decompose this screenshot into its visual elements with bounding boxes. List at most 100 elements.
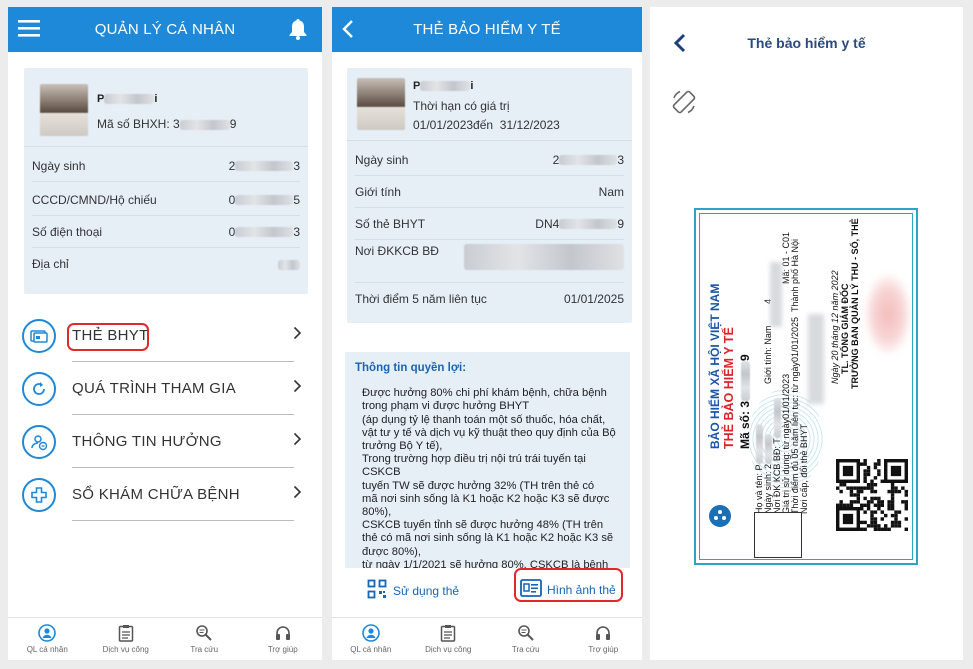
benefit-line: trong phạm vi được hưởng BHYT <box>362 400 530 413</box>
card-title: THẺ BẢO HIỂM Y TẾ <box>722 327 736 449</box>
menu-item-benefits[interactable]: THÔNG TIN HƯỞNG <box>22 415 308 468</box>
headset-icon <box>273 624 293 642</box>
tab-label: Trợ giúp <box>588 645 619 654</box>
benefit-line: thẻ có mã nơi sinh sống là K1 hoặc K2 ho… <box>362 532 614 545</box>
profile-name: Pi <box>413 80 474 92</box>
user-info-icon <box>22 424 56 459</box>
hamburger-menu-icon[interactable] <box>18 18 40 42</box>
highlight-card-image <box>514 568 623 602</box>
tab-help[interactable]: Trợ giúp <box>565 618 643 660</box>
header-bar: QUẢN LÝ CÁ NHÂN <box>8 7 322 52</box>
tab-label: Tra cứu <box>511 645 540 654</box>
bhxh-number: Mã số BHXH: 39 <box>97 117 237 131</box>
field-value: DN4 9 <box>535 216 624 231</box>
benefit-line: vật tư y tế và dịch vụ kỹ thuật theo quy… <box>362 426 616 439</box>
chevron-right-icon <box>293 379 302 398</box>
benefit-line: từ ngày 1/1/2021 sẽ hưởng 80%. CSKCB là … <box>362 558 609 568</box>
rotate-screen-icon[interactable] <box>670 88 698 121</box>
field-row: Ngày sinh 2 3 <box>355 144 624 176</box>
field-label: Số thẻ BHYT <box>355 216 426 231</box>
field-label: Nơi ĐKKCB BĐ <box>355 244 439 258</box>
menu-item-label: THÔNG TIN HƯỞNG <box>72 433 222 450</box>
header-bar: THẺ BẢO HIỂM Y TẾ <box>332 7 642 52</box>
tab-label: Tra cứu <box>190 645 219 654</box>
benefit-line: Trong trường hợp điều trị nội trú trái t… <box>362 453 586 479</box>
field-value: 03 <box>228 224 300 239</box>
use-card-label: Sử dụng thẻ <box>393 583 460 598</box>
benefit-line: trưởng Bộ Y tế), <box>362 440 443 453</box>
search-doc-icon <box>516 624 536 642</box>
benefit-info-panel: Thông tin quyền lợi: Được hưởng 80% chi … <box>345 352 630 568</box>
card-sign1: TL. TỔNG GIÁM ĐỐC <box>840 283 850 375</box>
menu-item-medical-book[interactable]: SỔ KHÁM CHỮA BỆNH <box>22 468 308 521</box>
medical-cross-icon <box>22 477 56 512</box>
tab-public-services[interactable]: Dịch vụ công <box>410 618 488 660</box>
benefit-text: Được hưởng 80% chi phí khám bệnh, chữa b… <box>345 387 630 568</box>
field-label: Thời điểm 5 năm liên tục <box>355 292 487 306</box>
card-photo-frame <box>754 512 802 558</box>
field-value <box>464 244 624 270</box>
field-label: Ngày sinh <box>355 152 409 167</box>
field-row: Nơi ĐKKCB BĐ <box>355 240 624 283</box>
benefit-line: (áp dụng tỷ lệ thanh toán một số thuốc, … <box>362 413 606 426</box>
card-gender: Giới tính: Nam <box>763 325 773 384</box>
menu-item-participation[interactable]: QUÁ TRÌNH THAM GIA <box>22 362 308 415</box>
benefit-line: mã nơi sinh sống là K1 hoặc K2 hoặc K3 s… <box>362 492 610 505</box>
tab-help[interactable]: Trợ giúp <box>244 618 323 660</box>
page-title: Thẻ bảo hiểm y tế <box>747 35 866 51</box>
insurance-info-card: Pi Thời hạn có giá trị 01/01/2023đến 31/… <box>347 68 632 323</box>
field-value: Nam <box>598 184 624 199</box>
bottom-tab-bar: QL cá nhân Dịch vụ công Tra cứu Trợ giúp <box>332 617 642 660</box>
screen-health-insurance-card: THẺ BẢO HIỂM Y TẾ Pi Thời hạn có giá trị… <box>332 7 642 660</box>
field-label: Giới tính <box>355 184 401 199</box>
validity-label: Thời hạn có giá trị <box>413 99 510 113</box>
tab-lookup[interactable]: Tra cứu <box>487 618 565 660</box>
field-label: Địa chỉ <box>32 257 69 271</box>
tab-lookup[interactable]: Tra cứu <box>165 618 244 660</box>
headset-icon <box>593 624 613 642</box>
back-chevron-icon[interactable] <box>342 19 354 43</box>
page-title: THẺ BẢO HIỂM Y TẾ <box>413 21 561 38</box>
card-icon <box>22 318 56 353</box>
field-row: Số điện thoại 0 3 <box>32 216 300 248</box>
field-value: 05 <box>228 192 300 207</box>
refresh-icon <box>22 371 56 406</box>
official-seal-stamp <box>865 274 911 354</box>
tab-public-services[interactable]: Dịch vụ công <box>87 618 166 660</box>
benefit-line: 80%), <box>362 506 392 519</box>
clipboard-icon <box>438 624 458 642</box>
field-value: 23 <box>552 152 624 167</box>
chevron-right-icon <box>293 432 302 451</box>
highlight-the-bhyt <box>67 323 149 351</box>
bell-icon[interactable] <box>288 18 308 44</box>
card-date: Ngày 20 tháng 12 năm 2022 <box>830 270 840 384</box>
card-org: BẢO HIỂM XÃ HỘI VIỆT NAM <box>708 283 722 449</box>
tab-label: Dịch vụ công <box>102 645 149 654</box>
menu-item-label: QUÁ TRÌNH THAM GIA <box>72 380 237 397</box>
field-row: Giới tính Nam <box>355 176 624 208</box>
tab-personal[interactable]: QL cá nhân <box>332 618 410 660</box>
avatar <box>40 84 88 136</box>
field-value <box>278 257 300 271</box>
tab-personal[interactable]: QL cá nhân <box>8 618 87 660</box>
benefit-line: CSKCB tuyến tỉnh sẽ được hưởng 48% (TH t… <box>362 519 604 532</box>
menu-item-the-bhyt[interactable]: THẺ BHYT <box>22 309 308 362</box>
benefit-title: Thông tin quyền lợi: <box>355 362 467 374</box>
tab-label: QL cá nhân <box>26 645 68 654</box>
field-label: Ngày sinh <box>32 158 86 173</box>
screen-personal-management: QUẢN LÝ CÁ NHÂN Pi Mã số BHXH: 39 Ngày s… <box>8 7 322 660</box>
screen-card-image: Thẻ bảo hiểm y tế BẢO HIỂM XÃ HỘI VIỆT N… <box>650 7 963 660</box>
chevron-right-icon <box>293 326 302 345</box>
benefit-line: tuyến TW sẽ được hưởng 32% (TH trên thẻ … <box>362 479 595 492</box>
profile-name: Pi <box>97 93 158 105</box>
tab-label: QL cá nhân <box>350 645 392 654</box>
card-sign2: TRƯỞNG BAN QUẢN LÝ THU - SỔ, THẺ <box>850 218 860 389</box>
field-row: Thời điểm 5 năm liên tục 01/01/2025 <box>355 283 624 315</box>
field-row: Ngày sinh 2 3 <box>32 150 300 182</box>
field-value: 01/01/2025 <box>563 292 624 306</box>
field-label: CCCD/CMND/Hộ chiếu <box>32 192 157 207</box>
qr-code <box>836 459 909 532</box>
use-card-button[interactable]: Sử dụng thẻ <box>367 579 459 602</box>
card-city: Thành phố Hà Nội <box>790 238 800 312</box>
benefit-line: được 80%), <box>362 545 421 558</box>
